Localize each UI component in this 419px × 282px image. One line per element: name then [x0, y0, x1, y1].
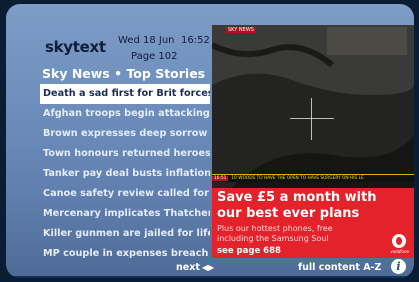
- ticker-text: 10 WOODS TO HAVE THE OPEN TO HAVE SURGER…: [231, 176, 364, 181]
- teletext-screen: skytext Wed 18 Jun 16:52 Page 102 Sky Ne…: [6, 4, 414, 278]
- full-content-button[interactable]: full content A-Z: [298, 262, 381, 273]
- advert-headline-1: Save £5 a month with: [217, 190, 377, 205]
- headline-item[interactable]: Town honours returned heroes: [40, 144, 210, 164]
- section-title: Sky News • Top Stories: [42, 66, 206, 81]
- ticker-time: 16:51: [212, 176, 229, 181]
- news-ticker: 16:51 10 WOODS TO HAVE THE OPEN TO HAVE S…: [212, 174, 414, 182]
- video-frame: [212, 25, 414, 188]
- advert-body-2: including the Samsung Soul: [217, 234, 329, 243]
- headline-item[interactable]: Death a sad first for Brit forces: [40, 84, 210, 104]
- headline-item[interactable]: Killer gunmen are jailed for life: [40, 224, 210, 244]
- live-video-panel[interactable]: SKY NEWS 16:51 10 WOODS TO HAVE THE OPEN …: [212, 25, 414, 188]
- next-button[interactable]: next ◀▶: [176, 262, 214, 273]
- page-number: Page 102: [131, 51, 178, 62]
- arrow-left-right-icon: ◀▶: [201, 263, 215, 272]
- headline-list: Death a sad first for Brit forces Afghan…: [40, 84, 210, 264]
- headline-item[interactable]: Canoe safety review called for: [40, 184, 210, 204]
- skytext-logo: skytext: [45, 38, 106, 56]
- date-label: Wed 18 Jun: [118, 35, 175, 46]
- headline-item[interactable]: Tanker pay deal busts inflation: [40, 164, 210, 184]
- info-icon[interactable]: i: [391, 259, 406, 274]
- vodafone-logo-icon: [392, 234, 406, 248]
- time-label: 16:52: [181, 35, 210, 46]
- headline-item[interactable]: Afghan troops begin attacking: [40, 104, 210, 124]
- vodafone-advert[interactable]: Save £5 a month with our best ever plans…: [212, 188, 414, 258]
- sky-news-logo: SKY NEWS: [226, 27, 256, 33]
- headline-item[interactable]: Brown expresses deep sorrow: [40, 124, 210, 144]
- advert-body-1: Plus our hottest phones, free: [217, 224, 333, 233]
- headline-item[interactable]: MP couple in expenses breach: [40, 244, 210, 264]
- advert-cta[interactable]: see page 688: [217, 246, 281, 256]
- crosshair-vertical: [311, 98, 312, 140]
- headline-item[interactable]: Mercenary implicates Thatcher: [40, 204, 210, 224]
- vodafone-wordmark: vodafone: [390, 249, 409, 254]
- next-label: next: [176, 262, 200, 273]
- crosshair-horizontal: [290, 118, 334, 119]
- advert-headline-2: our best ever plans: [217, 206, 360, 221]
- bottom-bar: [6, 276, 414, 278]
